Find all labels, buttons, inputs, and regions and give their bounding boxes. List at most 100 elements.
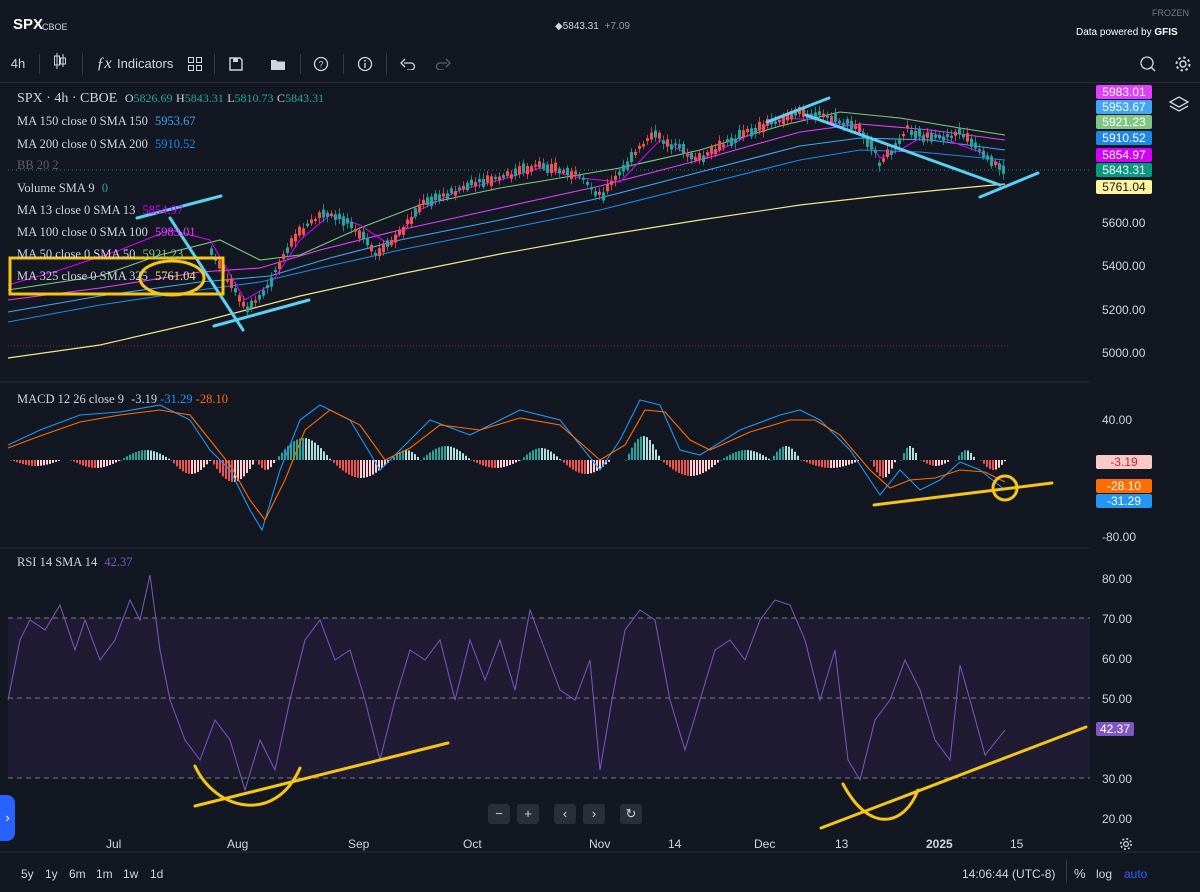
candle-body [830,116,833,122]
price-tag: 5843.31 [1096,163,1152,177]
candle-body [618,171,621,176]
macd-hist-tag: -3.19 [1096,455,1152,469]
macd-hist-bar [809,460,811,464]
candle-body [298,226,301,236]
range-1d-button[interactable]: 1d [150,867,163,881]
macd-hist-bar [845,460,847,466]
legend-ma325[interactable]: MA 325 close 0 SMA 325 5761.04 [17,269,196,284]
macd-hist-bar [765,456,767,460]
candle-body [754,127,757,135]
macd-hist-bar [497,460,499,468]
macd-hist-bar [278,456,280,460]
candle-body [410,217,413,225]
rsi-legend[interactable]: RSI 14 SMA 14 42.37 [17,555,132,570]
candle-body [346,218,349,224]
macd-hist-bar [803,460,805,462]
candle-body [646,138,649,141]
legend-ma13[interactable]: MA 13 close 0 SMA 13 5854.97 [17,203,183,218]
macd-hist-bar [85,460,87,467]
rsi-value: 42.37 [104,555,133,569]
layers-icon[interactable] [1168,95,1190,120]
undo-icon[interactable] [398,52,418,76]
legend-ma50[interactable]: MA 50 close 0 SMA 50 5921.23 [17,247,183,262]
open-value: 5826.69 [133,91,173,105]
legend-ma150[interactable]: MA 150 close 0 SMA 150 5953.67 [17,114,196,129]
auto-toggle[interactable]: auto [1124,867,1147,881]
indicators-button[interactable]: Indicators [117,52,173,76]
range-1m-button[interactable]: 1m [96,867,113,881]
help-icon[interactable]: ? [311,52,331,76]
range-1y-button[interactable]: 1y [45,867,58,881]
candle-body [598,191,601,195]
macd-hist-bar [118,460,120,462]
candle-body [962,134,965,138]
macd-hist-bar [330,460,332,461]
reset-chart-button[interactable]: ↻ [620,804,642,824]
macd-hist-bar [273,460,275,464]
candlestick-icon[interactable] [50,52,70,76]
zoom-in-button[interactable]: + [517,804,539,824]
save-icon[interactable] [226,52,246,76]
templates-icon[interactable] [185,52,205,76]
macd-hist-bar [290,443,292,460]
macd-hist-bar [541,448,543,460]
legend-ma200[interactable]: MA 200 close 0 SMA 200 5910.52 [17,137,196,152]
legend-volume[interactable]: Volume SMA 9 0 [17,181,108,196]
time-axis-label: Aug [227,837,249,851]
macd-hist-bar [456,449,458,460]
log-toggle[interactable]: log [1096,867,1112,881]
scroll-right-button[interactable]: › [583,804,605,824]
symbol-label[interactable]: SPX [13,16,43,33]
candle-body [878,162,881,167]
range-6m-button[interactable]: 6m [69,867,86,881]
percent-toggle[interactable]: % [1074,866,1086,881]
candle-body [1002,165,1005,174]
candle-body [474,181,477,187]
macd-hist-bar [512,460,514,464]
candle-body [726,139,729,143]
legend-title: SPX · 4h · CBOE [17,91,118,106]
low-label: L [227,91,235,105]
candle-body [478,178,481,183]
macd-hist-bar [426,454,428,460]
info-icon[interactable] [355,52,375,76]
candle-body [250,300,253,308]
function-icon[interactable]: ƒx [93,52,115,76]
macd-hist-bar [563,460,565,463]
candlestick-series [210,104,1005,316]
candle-body [722,144,725,148]
candle-body [530,166,533,172]
settings-gear-icon[interactable] [1172,52,1194,76]
candle-body [246,306,249,313]
time-axis-settings-icon[interactable] [1119,837,1133,856]
zoom-out-button[interactable]: − [488,804,510,824]
drawing-tool-icon[interactable] [1137,52,1159,76]
candle-body [594,191,597,196]
macd-hist-bar [553,453,555,460]
macd-hist-bar [16,460,18,463]
legend-ma100[interactable]: MA 100 close 0 SMA 100 5983.01 [17,225,196,240]
macd-legend[interactable]: MACD 12 26 close 9 -3.19 -31.29 -28.10 [17,392,228,407]
candle-body [702,155,705,162]
macd-hist-bar [179,460,181,470]
macd-line-tag: -31.29 [1096,494,1152,508]
candle-body [762,124,765,133]
candle-body [550,163,553,174]
candle-body [366,238,369,246]
folder-icon[interactable] [268,52,288,76]
scroll-left-button[interactable]: ‹ [554,804,576,824]
macd-hist-bar [323,451,325,460]
legend-bb[interactable]: BB 20 2 [17,158,59,173]
clock-label: 14:06:44 (UTC-8) [962,867,1056,881]
macd-hist-bar [538,448,540,460]
macd-hist-bar [696,460,698,476]
interval-button[interactable]: 4h [8,52,28,76]
macd-hist-bar [46,460,48,465]
macd-hist-bar [584,460,586,474]
expand-panel-button[interactable]: › [0,795,15,841]
macd-hist-bar [22,460,24,465]
range-1w-button[interactable]: 1w [123,867,138,881]
redo-icon[interactable] [433,52,453,76]
macd-hist-bar [885,460,887,478]
range-5y-button[interactable]: 5y [21,867,34,881]
